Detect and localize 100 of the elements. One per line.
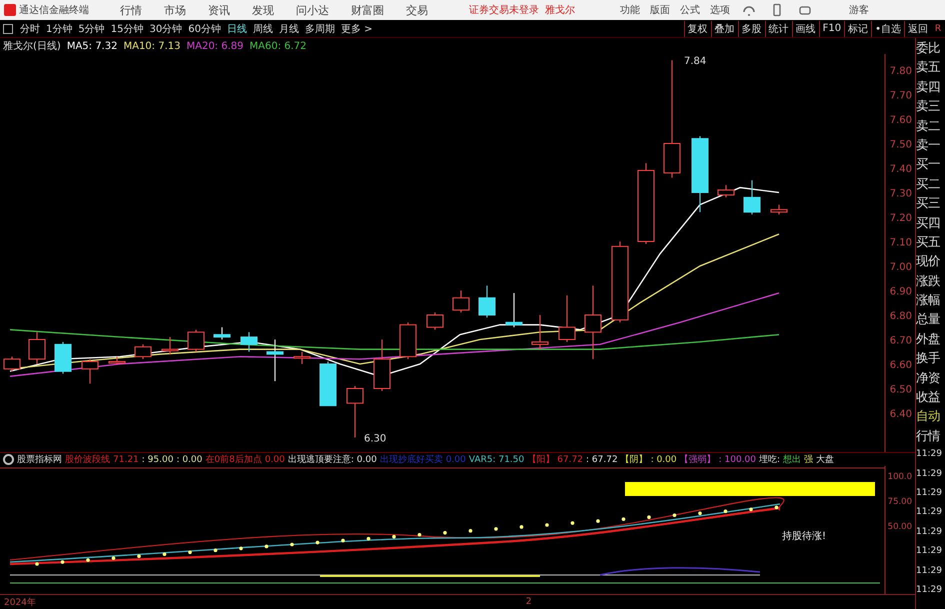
high-price-label: 7.84 <box>684 56 706 68</box>
candlestick <box>426 312 444 330</box>
toolbar-button[interactable]: 标记 <box>844 20 872 36</box>
chart-title: 雅戈尔(日线) <box>3 40 61 53</box>
toolbar-button[interactable]: 多股 <box>738 20 765 36</box>
price-axis-label: 7.50 <box>890 140 912 150</box>
toolbar-button[interactable]: 画线 <box>792 20 819 36</box>
indicator-value: : 100.00 <box>718 454 756 464</box>
indicator-value: 想出 <box>783 454 802 466</box>
menu-item[interactable]: 财富圈 <box>351 2 384 18</box>
quote-label: 买二 <box>916 174 941 193</box>
candlestick <box>558 294 576 342</box>
period-tab[interactable]: 月线 <box>278 22 299 36</box>
quote-label: 买五 <box>916 232 941 251</box>
indicator-name: 股票指标网 <box>17 454 62 466</box>
indicator-value: 【强弱】 <box>680 454 716 466</box>
more-button[interactable]: 更多 > <box>340 22 373 36</box>
quote-label: 现价 <box>916 252 941 270</box>
candlestick <box>214 326 230 340</box>
app-logo-icon <box>4 4 16 16</box>
candlestick <box>770 204 788 216</box>
indicator-value: 0.00 <box>446 454 466 464</box>
toolbar-button[interactable]: F10 <box>818 20 844 36</box>
quote-label: 外盘 <box>916 330 941 348</box>
price-axis-label: 7.70 <box>890 90 912 102</box>
candlestick <box>744 180 760 216</box>
period-tab[interactable]: 1分钟 <box>46 22 72 36</box>
period-tab[interactable]: 60分钟 <box>188 22 221 36</box>
price-axis-label: 6.40 <box>890 409 912 420</box>
menu-item[interactable]: 公式 <box>680 3 700 17</box>
menu-item[interactable]: 发现 <box>252 2 274 18</box>
toolbar-button[interactable]: 叠加 <box>710 20 738 36</box>
candlestick <box>374 339 390 392</box>
ma-legend: MA5: 7.32 <box>66 40 118 52</box>
quote-label: 卖五 <box>916 58 941 76</box>
indicator-value: 0.00 <box>264 454 285 464</box>
quote-label: 收益 <box>916 388 941 406</box>
indicator-axis-label: 100.0 <box>888 472 912 482</box>
settings-icon[interactable] <box>3 454 14 465</box>
ma-legend: MA20: 6.89 <box>186 40 244 52</box>
menu-item[interactable]: 交易 <box>406 2 428 18</box>
quote-label: 涨幅 <box>916 291 941 310</box>
toolbar-button[interactable]: 返回 <box>904 20 931 36</box>
low-price-label: 6.30 <box>364 434 386 444</box>
price-axis-label: 7.20 <box>890 213 912 224</box>
indicator-value: : 0.00 <box>650 454 677 464</box>
panel-toggle-icon[interactable] <box>3 24 13 34</box>
period-tab[interactable]: 分时 <box>20 22 40 36</box>
indicator-value: 在0前8后加点 <box>205 454 262 466</box>
trade-time: 11:29 <box>916 564 943 578</box>
candlestick <box>718 184 734 198</box>
ma-legend: MA10: 7.13 <box>123 40 180 52</box>
menu-item[interactable]: 版面 <box>650 3 670 17</box>
candlestick <box>400 322 416 360</box>
candlestick <box>4 356 20 372</box>
quote-label: 卖四 <box>916 78 941 96</box>
period-tab[interactable]: 30分钟 <box>149 22 182 36</box>
period-tab[interactable]: 周线 <box>252 22 273 36</box>
price-axis-label: 6.80 <box>890 311 912 322</box>
trade-time: 11:29 <box>916 545 943 558</box>
indicator-value: : 95.00 <box>142 454 174 464</box>
ma-legend: MA60: 6.72 <box>250 40 307 52</box>
quote-label: 自动 <box>916 407 941 426</box>
indicator-value: 埋吃: <box>759 454 780 466</box>
login-notice: 证券交易未登录 <box>469 4 539 17</box>
menu-item[interactable]: 选项 <box>710 3 730 17</box>
indicator-value: 强 <box>804 454 814 466</box>
menu-item[interactable]: 资讯 <box>208 2 230 18</box>
trade-time: 11:29 <box>916 584 943 597</box>
stock-name: 雅戈尔 <box>545 4 575 17</box>
period-tab[interactable]: 多周期 <box>304 22 335 36</box>
menu-item[interactable]: 问小达 <box>296 2 329 18</box>
toolbar-button[interactable]: 统计 <box>764 20 792 36</box>
menu-item[interactable]: 市场 <box>164 2 186 18</box>
period-tab[interactable]: 5分钟 <box>78 22 105 36</box>
indicator-value: : 0.00 <box>176 454 202 464</box>
candlestick <box>532 314 548 350</box>
toolbar-button[interactable]: •自选 <box>871 20 904 36</box>
candlestick <box>188 329 204 352</box>
period-tab[interactable]: 15分钟 <box>110 22 144 36</box>
candlestick <box>54 341 72 374</box>
indicator-axis-label: 50.00 <box>888 522 912 532</box>
signal-text: 持股待涨! <box>782 531 826 542</box>
quote-label: 买三 <box>916 194 941 212</box>
candlestick <box>108 356 126 364</box>
candlestick <box>452 290 470 314</box>
quote-label: 净资 <box>916 368 941 387</box>
user-label[interactable]: 游客 <box>849 3 869 17</box>
candlestick <box>346 386 364 438</box>
indicator-value: 71.21 <box>113 454 139 464</box>
quote-label: 卖二 <box>916 116 941 135</box>
menu-item[interactable]: 行情 <box>120 2 142 18</box>
price-axis-label: 6.90 <box>890 286 912 298</box>
menu-item[interactable]: 功能 <box>620 3 640 17</box>
trade-time: 11:29 <box>916 468 943 481</box>
toolbar-button[interactable]: 复权 <box>684 20 711 36</box>
candlestick <box>294 351 310 364</box>
period-tab[interactable]: 日线 <box>226 22 247 36</box>
quote-label: 委比 <box>916 39 941 57</box>
candlestick <box>162 336 178 355</box>
